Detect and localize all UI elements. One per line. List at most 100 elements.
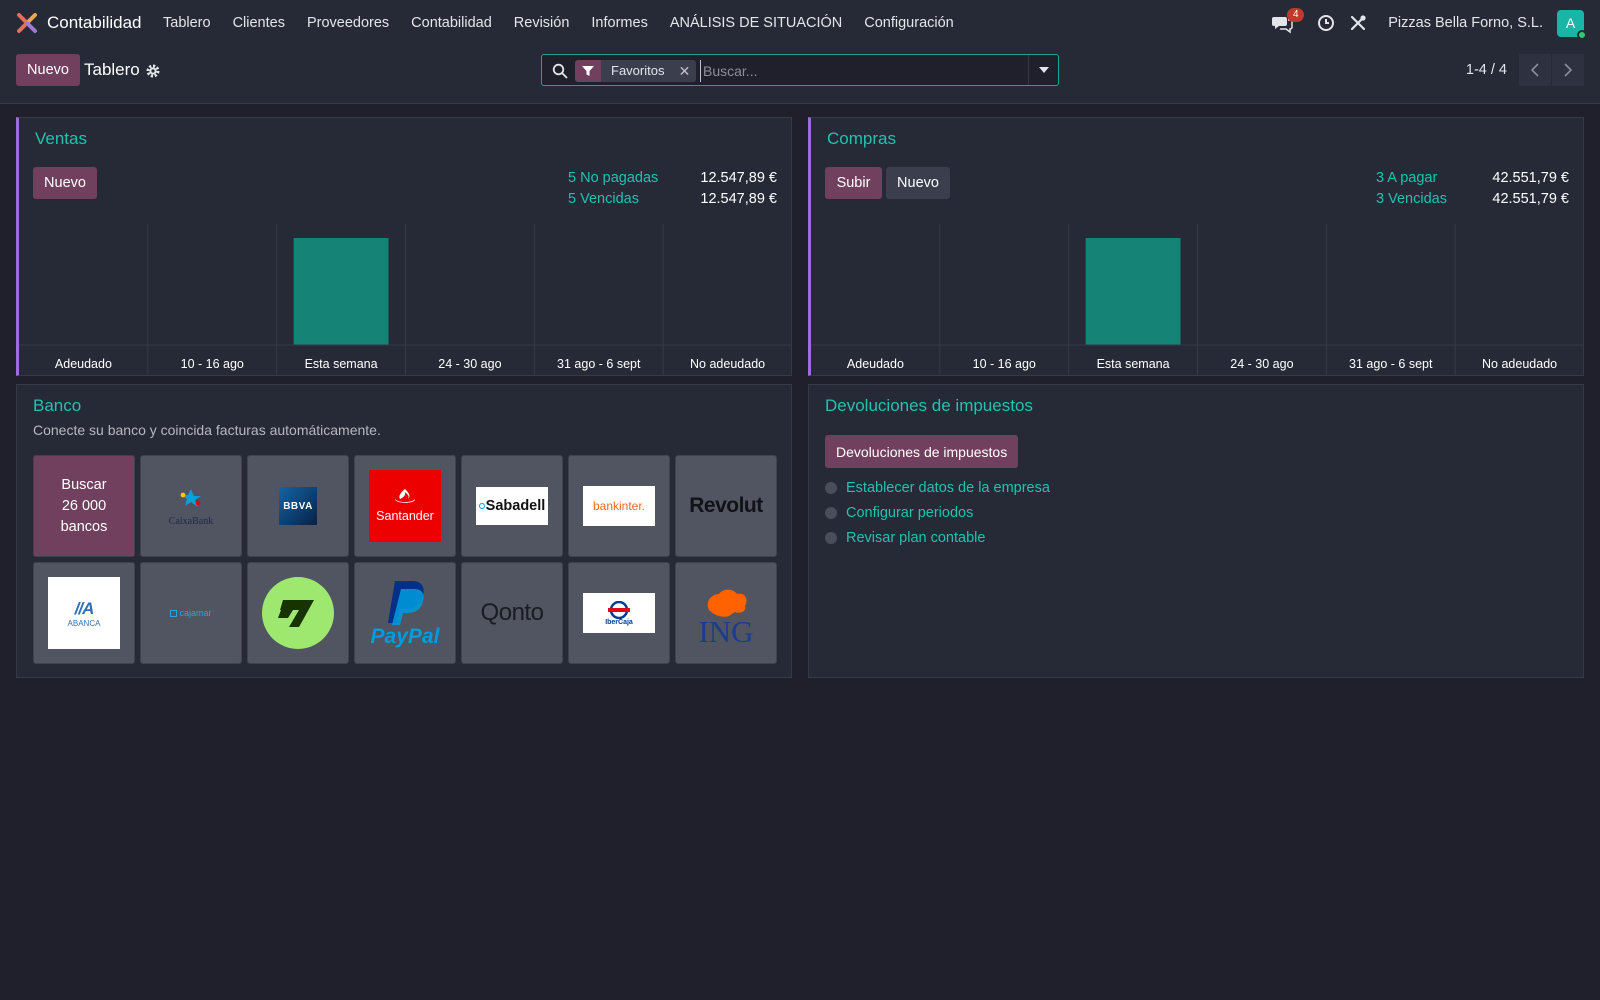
paypal-logo: PayPal — [371, 581, 441, 648]
bank-subtitle: Conecte su banco y coincida facturas aut… — [33, 422, 381, 438]
onboarding-step-periods: Configurar periodos — [825, 505, 973, 521]
menu-analisis-situacion[interactable]: ANÁLISIS DE SITUACIÓN — [659, 15, 853, 31]
abanca-mark: //A — [74, 598, 95, 618]
search-banks-tile[interactable]: Buscar 26 000 bancos — [33, 455, 135, 557]
pager-previous-button[interactable] — [1519, 54, 1551, 86]
step-status-dot — [825, 532, 837, 544]
gear-icon[interactable] — [145, 63, 161, 79]
bank-tile-caixabank[interactable]: CaixaBank — [140, 455, 242, 557]
cajamar-logo: cajamar — [170, 608, 212, 618]
chart-category-label: Adeudado — [847, 357, 904, 371]
chart-category-label: Adeudado — [55, 357, 112, 371]
purchases-bar-chart[interactable]: Adeudado 10 - 16 ago Esta semana 24 - 30 ag… — [811, 224, 1584, 376]
sales-bar-chart[interactable]: Adeudado 10 - 16 ago Esta semana 24 - 30 ag… — [19, 224, 792, 376]
chart-category-label: 24 - 30 ago — [1230, 357, 1293, 371]
bank-card: Banco Conecte su banco y coincida factur… — [16, 384, 792, 678]
menu-configuracion[interactable]: Configuración — [853, 15, 964, 31]
tools-icon — [1351, 15, 1366, 31]
purchases-overdue-link[interactable]: 3 Vencidas — [1376, 191, 1447, 207]
pager-value[interactable]: 1-4 / 4 — [1466, 62, 1507, 78]
purchases-upload-button[interactable]: Subir — [825, 167, 882, 199]
search-icon[interactable] — [552, 63, 568, 79]
chart-category-label: 31 ago - 6 sept — [1349, 357, 1433, 371]
sales-overdue-link[interactable]: 5 Vencidas — [568, 191, 639, 207]
sabadell-dot — [478, 503, 485, 509]
search-facet-favorites: Favoritos ✕ — [575, 60, 697, 82]
wise-logo — [262, 577, 334, 649]
caret-down-icon — [1038, 67, 1049, 73]
chart-category-label: No adeudado — [1482, 357, 1557, 371]
activity-button[interactable] — [1314, 11, 1338, 35]
bank-tile-santander[interactable]: Santander — [354, 455, 456, 557]
app-name[interactable]: Contabilidad — [47, 13, 142, 33]
search-bar: Favoritos ✕ — [541, 54, 1059, 86]
accounting-app-icon[interactable] — [16, 12, 38, 34]
bank-title[interactable]: Banco — [33, 396, 81, 416]
bank-tile-ibercaja[interactable]: IberCaja — [568, 562, 670, 664]
step-chart-of-accounts-link[interactable]: Revisar plan contable — [846, 530, 985, 546]
bank-tile-qonto[interactable]: Qonto — [461, 562, 563, 664]
caixabank-name: CaixaBank — [169, 516, 213, 527]
step-status-dot — [825, 507, 837, 519]
bank-tile-revolut[interactable]: Revolut — [675, 455, 777, 557]
search-banks-line-3: bancos — [60, 518, 108, 535]
messaging-button[interactable]: 4 — [1272, 8, 1305, 35]
menu-tablero[interactable]: Tablero — [152, 15, 222, 31]
chat-counter-badge: 4 — [1287, 8, 1305, 22]
pager-next-button[interactable] — [1552, 54, 1584, 86]
onboarding-step-company-data: Establecer datos de la empresa — [825, 480, 1050, 496]
search-input[interactable] — [700, 60, 1020, 82]
purchases-to-pay-link[interactable]: 3 A pagar — [1376, 170, 1437, 186]
bank-tile-bbva[interactable]: BBVA — [247, 455, 349, 557]
user-avatar[interactable]: A — [1557, 9, 1587, 40]
chevron-left-icon — [1531, 63, 1539, 77]
sales-new-button[interactable]: Nuevo — [33, 167, 97, 199]
close-icon[interactable]: ✕ — [672, 60, 697, 82]
menu-revision[interactable]: Revisión — [503, 15, 581, 31]
revolut-logo: Revolut — [689, 494, 763, 517]
tax-returns-title[interactable]: Devoluciones de impuestos — [825, 396, 1033, 416]
bbva-name: BBVA — [283, 500, 313, 512]
new-button[interactable]: Nuevo — [16, 54, 80, 86]
chart-category-label: No adeudado — [690, 357, 765, 371]
step-periods-link[interactable]: Configurar periodos — [846, 505, 973, 521]
purchases-journal-card: Compras Subir Nuevo 3 A pagar 42.551,79 … — [808, 117, 1584, 376]
chart-category-label: 31 ago - 6 sept — [557, 357, 641, 371]
menu-informes[interactable]: Informes — [580, 15, 658, 31]
step-company-data-link[interactable]: Establecer datos de la empresa — [846, 480, 1050, 496]
search-options-toggle[interactable] — [1028, 55, 1058, 85]
cajamar-mark — [170, 609, 178, 617]
clock-icon — [1318, 15, 1335, 31]
tax-returns-button[interactable]: Devoluciones de impuestos — [825, 435, 1019, 468]
chart-bar[interactable] — [1085, 238, 1181, 345]
sales-unpaid-amount: 12.547,89 € — [700, 170, 777, 186]
bank-tile-bankinter[interactable]: bankinter. — [568, 455, 670, 557]
santander-name: Santander — [376, 509, 434, 523]
breadcrumb-title: Tablero — [84, 60, 140, 79]
sales-journal-title[interactable]: Ventas — [35, 129, 87, 149]
debug-tools-button[interactable] — [1346, 11, 1370, 35]
ing-logo: ING — [698, 589, 754, 646]
bank-tile-wise[interactable] — [247, 562, 349, 664]
chart-category-label: Esta semana — [305, 357, 378, 371]
bank-grid: Buscar 26 000 bancos CaixaBank BBVA Sant… — [33, 455, 777, 664]
bank-tile-sabadell[interactable]: Sabadell — [461, 455, 563, 557]
purchases-journal-title[interactable]: Compras — [827, 129, 896, 149]
abanca-name: ABANCA — [67, 618, 101, 628]
menu-clientes[interactable]: Clientes — [222, 15, 296, 31]
purchases-overdue-amount: 42.551,79 € — [1492, 191, 1569, 207]
bank-tile-paypal[interactable]: PayPal — [354, 562, 456, 664]
sales-overdue-amount: 12.547,89 € — [700, 191, 777, 207]
qonto-logo: Qonto — [480, 599, 544, 626]
online-status-dot — [1577, 29, 1587, 40]
main-menu: Tablero Clientes Proveedores Contabilida… — [152, 0, 965, 46]
menu-proveedores[interactable]: Proveedores — [296, 15, 400, 31]
purchases-new-button[interactable]: Nuevo — [886, 167, 950, 199]
sales-unpaid-link[interactable]: 5 No pagadas — [568, 170, 658, 186]
bank-tile-ing[interactable]: ING — [675, 562, 777, 664]
company-switcher[interactable]: Pizzas Bella Forno, S.L. — [1388, 15, 1543, 31]
chart-bar[interactable] — [293, 238, 389, 345]
bank-tile-abanca[interactable]: //A ABANCA — [33, 562, 135, 664]
menu-contabilidad[interactable]: Contabilidad — [400, 15, 503, 31]
bank-tile-cajamar[interactable]: cajamar — [140, 562, 242, 664]
